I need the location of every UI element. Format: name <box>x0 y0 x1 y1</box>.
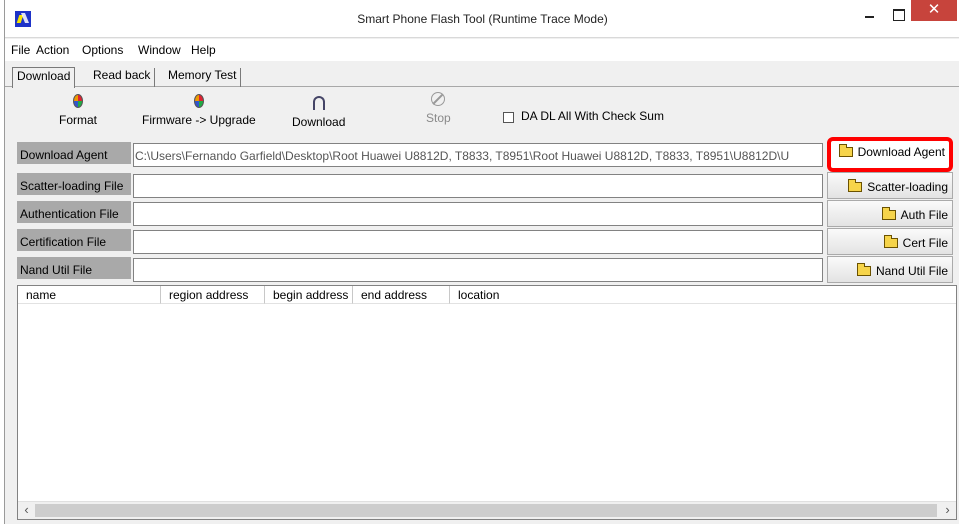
menu-help[interactable]: Help <box>191 43 216 57</box>
menu-file[interactable]: File <box>11 43 30 57</box>
download-label: Download <box>292 115 346 129</box>
window-title: Smart Phone Flash Tool (Runtime Trace Mo… <box>357 12 608 26</box>
menu-window[interactable]: Window <box>138 43 181 57</box>
stop-button[interactable]: Stop <box>426 92 451 125</box>
menu-action[interactable]: Action <box>36 43 69 57</box>
folder-icon <box>848 179 863 192</box>
cert-file-button[interactable]: Cert File <box>827 228 953 255</box>
firmware-upgrade-button[interactable]: Firmware -> Upgrade <box>142 92 256 127</box>
download-button[interactable]: Download <box>292 92 345 129</box>
certification-file-label: Certification File <box>17 229 131 254</box>
firmware-upgrade-icon <box>193 94 204 108</box>
nand-util-file-button-label: Nand Util File <box>875 264 948 278</box>
download-agent-label: Download Agent <box>17 142 131 167</box>
tab-download[interactable]: Download <box>12 67 76 88</box>
column-header-location[interactable]: location <box>450 286 956 304</box>
folder-icon <box>856 263 871 276</box>
tab-memory-test[interactable]: Memory Test <box>164 68 242 87</box>
folder-icon <box>881 207 896 220</box>
certification-file-field[interactable] <box>133 230 823 254</box>
stop-icon <box>431 92 446 106</box>
menu-options[interactable]: Options <box>82 43 123 57</box>
auth-file-button[interactable]: Auth File <box>827 200 953 227</box>
download-icon <box>312 96 325 110</box>
close-button[interactable]: ✕ <box>911 0 957 21</box>
download-agent-button-label: Download Agent <box>857 145 945 159</box>
folder-icon <box>883 235 898 248</box>
checksum-checkbox[interactable] <box>503 112 514 123</box>
column-header-begin-address[interactable]: begin address <box>265 286 353 304</box>
horizontal-scrollbar[interactable]: ‹ › <box>18 501 956 519</box>
scroll-right-icon[interactable]: › <box>939 502 956 519</box>
menu-bar: File Action Options Window Help <box>5 39 959 61</box>
scrollbar-thumb[interactable] <box>35 504 937 517</box>
scatter-loading-field[interactable] <box>133 174 823 198</box>
column-header-end-address[interactable]: end address <box>353 286 450 304</box>
nand-util-file-field[interactable] <box>133 258 823 282</box>
app-window: Smart Phone Flash Tool (Runtime Trace Mo… <box>4 0 959 524</box>
tab-read-back[interactable]: Read back <box>89 68 156 87</box>
nand-util-file-button[interactable]: Nand Util File <box>827 256 953 283</box>
maximize-button[interactable] <box>885 4 911 26</box>
nand-util-file-label: Nand Util File <box>17 257 131 282</box>
format-button[interactable]: Format <box>59 92 97 127</box>
auth-file-button-label: Auth File <box>900 208 948 222</box>
download-agent-button[interactable]: Download Agent <box>827 137 953 172</box>
checksum-label: DA DL All With Check Sum <box>521 109 664 123</box>
column-header-name[interactable]: name <box>18 286 161 304</box>
tab-bar: Download Read back Memory Test <box>5 63 959 88</box>
cert-file-button-label: Cert File <box>902 236 948 250</box>
column-header-region-address[interactable]: region address <box>161 286 265 304</box>
minimize-button[interactable] <box>857 4 883 26</box>
scatter-loading-button[interactable]: Scatter-loading <box>827 172 953 199</box>
firmware-upgrade-label: Firmware -> Upgrade <box>142 113 256 127</box>
format-icon <box>73 94 83 108</box>
scroll-left-icon[interactable]: ‹ <box>18 502 35 519</box>
title-bar[interactable]: Smart Phone Flash Tool (Runtime Trace Mo… <box>5 0 959 38</box>
format-label: Format <box>59 113 98 127</box>
authentication-file-field[interactable] <box>133 202 823 226</box>
authentication-file-label: Authentication File <box>17 201 131 226</box>
folder-icon <box>838 144 853 157</box>
download-agent-field[interactable]: C:\Users\Fernando Garfield\Desktop\Root … <box>133 143 823 167</box>
scatter-loading-button-label: Scatter-loading <box>867 180 948 194</box>
stop-label: Stop <box>426 111 451 125</box>
region-table[interactable]: name region address begin address end ad… <box>17 285 957 520</box>
scatter-loading-label: Scatter-loading File <box>17 173 131 198</box>
